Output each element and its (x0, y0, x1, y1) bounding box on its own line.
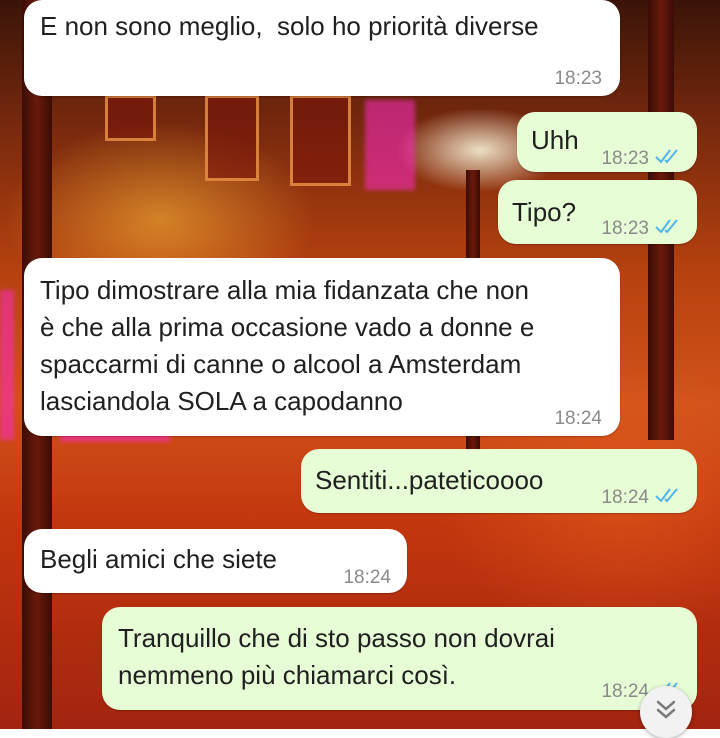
message-bubble-incoming[interactable]: Begli amici che siete 18:24 (24, 529, 407, 593)
message-text-line: spaccarmi di canne o alcool a Amsterdam (40, 349, 522, 379)
message-bubble-outgoing[interactable]: Sentiti...pateticoooo 18:24 (301, 449, 697, 513)
double-chevron-down-icon (653, 697, 679, 728)
message-text: Tipo? (512, 197, 577, 227)
scroll-to-bottom-button[interactable] (640, 686, 692, 738)
message-text: Begli amici che siete (40, 544, 277, 574)
double-check-read-icon (655, 210, 683, 247)
message-meta: 18:23 (601, 140, 683, 177)
message-text: E non sono meglio, solo ho priorità dive… (40, 11, 539, 41)
message-bubble-incoming[interactable]: E non sono meglio, solo ho priorità dive… (24, 0, 620, 96)
message-text: Uhh (531, 125, 579, 155)
message-time: 18:24 (601, 487, 649, 508)
message-list[interactable]: E non sono meglio, solo ho priorità dive… (0, 0, 720, 729)
message-time: 18:23 (601, 218, 649, 239)
message-time: 18:24 (343, 567, 391, 588)
message-time: 18:23 (554, 68, 602, 89)
message-time: 18:24 (554, 408, 602, 429)
message-text-line: Tipo dimostrare alla mia fidanzata che n… (40, 275, 529, 305)
message-bubble-outgoing[interactable]: Tranquillo che di sto passo non dovrai n… (102, 607, 697, 710)
message-meta: 18:23 (601, 210, 683, 247)
double-check-read-icon (655, 140, 683, 177)
message-bubble-outgoing[interactable]: Tipo? 18:23 (498, 180, 697, 244)
message-text-line: nemmeno più chiamarci così. (118, 660, 457, 690)
message-time: 18:24 (601, 681, 649, 702)
message-text-line: lasciandola SOLA a capodanno (40, 386, 403, 416)
message-meta: 18:24 (601, 479, 683, 516)
message-text-line: Tranquillo che di sto passo non dovrai (118, 623, 555, 653)
message-text: Sentiti...pateticoooo (315, 465, 544, 495)
message-time: 18:23 (601, 148, 649, 169)
double-check-read-icon (655, 479, 683, 516)
message-bubble-outgoing[interactable]: Uhh 18:23 (517, 112, 697, 172)
message-text-line: è che alla prima occasione vado a donne … (40, 312, 535, 342)
message-bubble-incoming[interactable]: Tipo dimostrare alla mia fidanzata che n… (24, 258, 620, 436)
